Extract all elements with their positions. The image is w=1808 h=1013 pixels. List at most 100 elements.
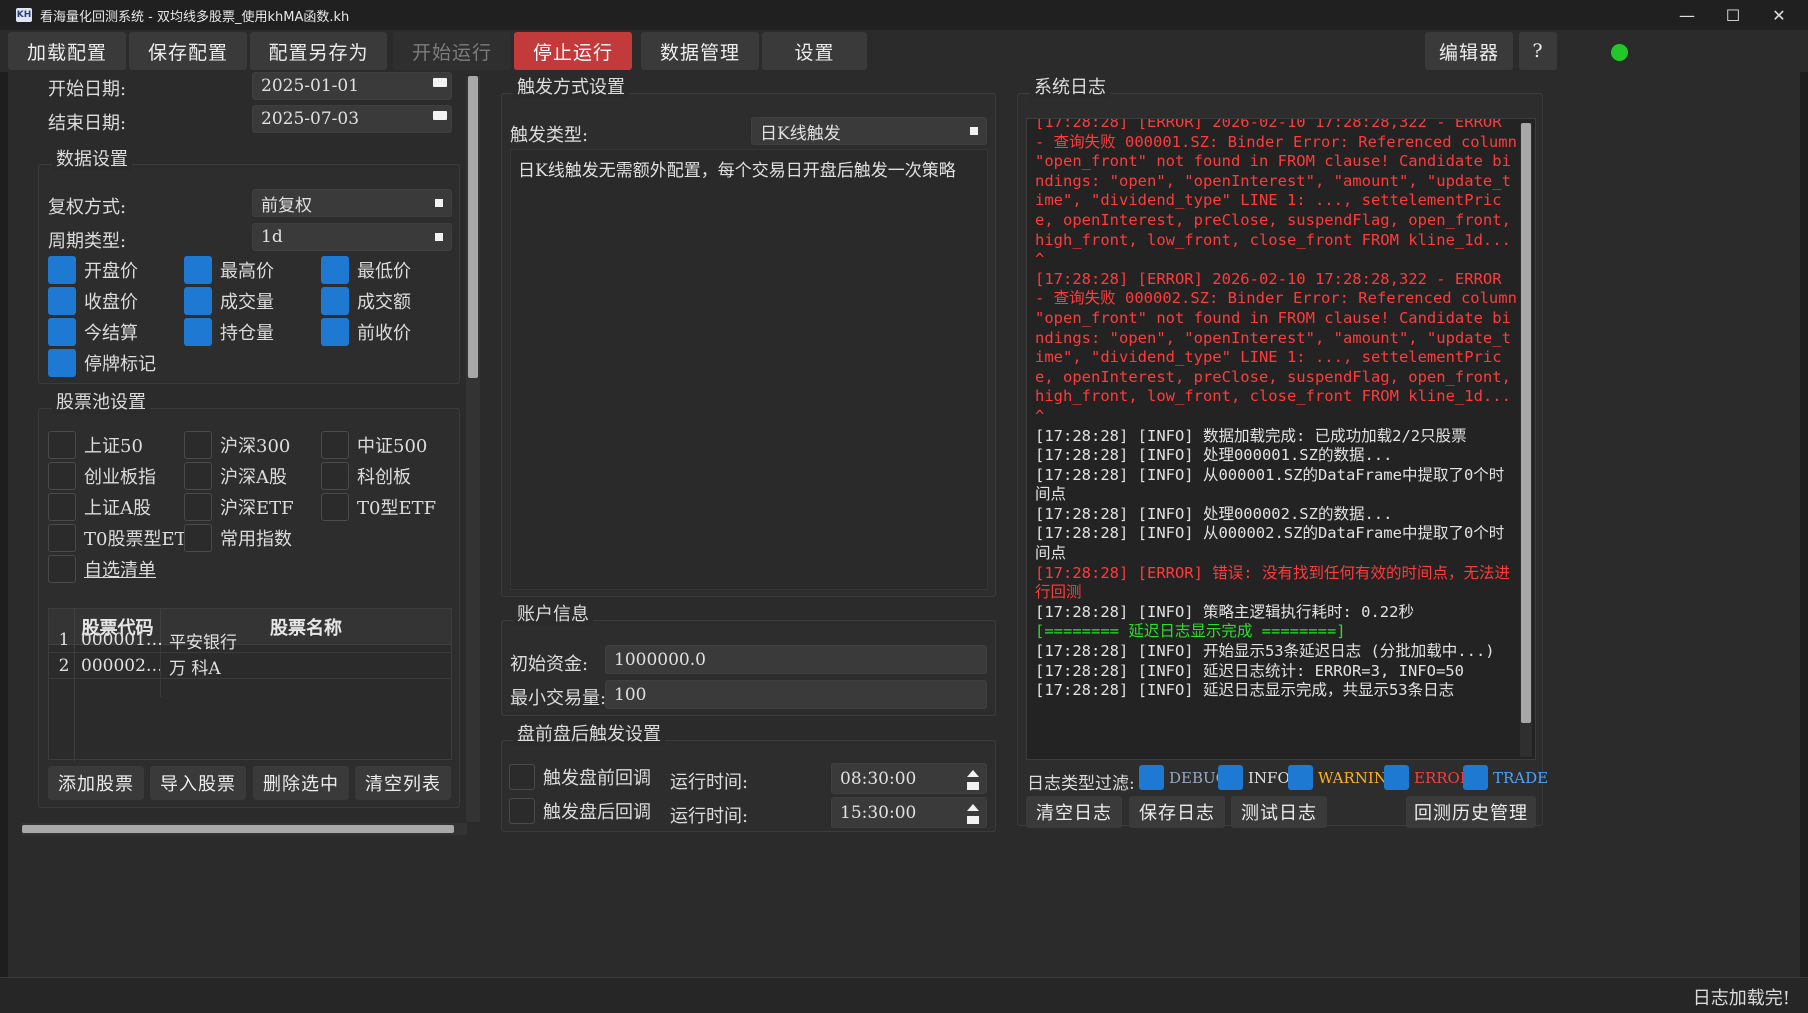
pool-checkbox-hs300[interactable]: 沪深300 [184,431,290,459]
field-checkbox-pre-close[interactable]: 前收价 [321,318,411,346]
spin-arrows-icon[interactable] [966,802,980,826]
checkbox-checked-icon[interactable] [48,256,76,284]
checkbox-unchecked-icon[interactable] [184,462,212,490]
checkbox-checked-icon[interactable] [1463,765,1488,790]
checkbox-unchecked-icon[interactable] [184,524,212,552]
checkbox-checked-icon[interactable] [48,349,76,377]
editor-button[interactable]: 编辑器 [1425,32,1513,70]
pool-checkbox-hsetf[interactable]: 沪深ETF [184,493,294,521]
scrollbar-thumb[interactable] [468,76,478,378]
save-log-button[interactable]: 保存日志 [1129,796,1225,828]
pool-checkbox-index[interactable]: 常用指数 [184,524,292,552]
checkbox-checked-icon[interactable] [1288,765,1313,790]
field-checkbox-open-interest[interactable]: 持仓量 [184,318,274,346]
add-stock-button[interactable]: 添加股票 [48,766,144,800]
scrollbar-thumb[interactable] [1521,123,1531,723]
checkbox-checked-icon[interactable] [184,256,212,284]
field-checkbox-open[interactable]: 开盘价 [48,256,138,284]
left-panel-vscrollbar[interactable] [466,76,480,822]
pool-checkbox-sz50[interactable]: 上证50 [48,431,143,459]
data-manage-button[interactable]: 数据管理 [641,32,759,70]
close-icon[interactable]: ✕ [1756,0,1802,30]
checkbox-unchecked-icon[interactable] [184,431,212,459]
checkbox-unchecked-icon[interactable] [48,462,76,490]
checkbox-unchecked-icon[interactable] [321,462,349,490]
checkbox-checked-icon[interactable] [184,287,212,315]
log-filter-info[interactable]: INFO [1218,765,1290,790]
backtest-history-button[interactable]: 回测历史管理 [1406,796,1536,828]
settings-button[interactable]: 设置 [762,32,867,70]
log-filter-error[interactable]: ERROR [1384,765,1471,790]
log-filter-debug[interactable]: DEBUG [1139,765,1228,790]
pool-checkbox-cyb[interactable]: 创业板指 [48,462,156,490]
custom-list-link[interactable]: 自选清单 [84,556,156,582]
log-filter-trade[interactable]: TRADE [1463,765,1548,790]
adjust-select[interactable]: 前复权 [252,189,452,217]
field-checkbox-close[interactable]: 收盘价 [48,287,138,315]
test-log-button[interactable]: 测试日志 [1231,796,1327,828]
scrollbar-thumb[interactable] [22,825,454,833]
checkbox-unchecked-icon[interactable] [48,524,76,552]
min-volume-input[interactable]: 100 [605,680,987,709]
log-filter-warning[interactable]: WARNING [1288,765,1399,790]
field-checkbox-low[interactable]: 最低价 [321,256,411,284]
pre-time-input[interactable]: 08:30:00 [831,763,987,794]
checkbox-checked-icon[interactable] [48,318,76,346]
field-checkbox-high[interactable]: 最高价 [184,256,274,284]
table-row[interactable]: 1 000001… 平安银行 [49,627,451,653]
load-config-button[interactable]: 加载配置 [8,32,126,70]
initial-capital-input[interactable]: 1000000.0 [605,645,987,674]
pool-checkbox-t0stocketf[interactable]: T0股票型ETF [48,524,199,552]
pool-checkbox-custom[interactable]: 自选清单 [48,555,156,583]
calendar-icon[interactable] [433,111,447,120]
pool-checkbox-zz500[interactable]: 中证500 [321,431,427,459]
spin-arrows-icon[interactable] [966,768,980,792]
log-output[interactable]: [17:28:28] [ERROR] 2026-02-10 17:28:28,3… [1026,118,1536,760]
end-date-field[interactable]: 2025-07-03 [252,105,452,133]
post-market-checkbox[interactable]: 触发盘后回调 [509,798,651,824]
pre-market-checkbox[interactable]: 触发盘前回调 [509,764,651,790]
left-panel-hscrollbar[interactable] [22,823,467,835]
checkbox-checked-icon[interactable] [184,318,212,346]
pool-checkbox-kcb[interactable]: 科创板 [321,462,411,490]
checkbox-unchecked-icon[interactable] [184,493,212,521]
period-select[interactable]: 1d [252,223,452,251]
checkbox-checked-icon[interactable] [48,287,76,315]
checkbox-checked-icon[interactable] [321,287,349,315]
help-button[interactable]: ? [1519,32,1557,70]
log-vscrollbar[interactable] [1520,123,1532,757]
stop-run-button[interactable]: 停止运行 [514,32,632,70]
checkbox-unchecked-icon[interactable] [509,798,535,824]
calendar-icon[interactable] [433,78,447,87]
checkbox-checked-icon[interactable] [321,318,349,346]
pool-checkbox-hsa[interactable]: 沪深A股 [184,462,287,490]
field-checkbox-amount[interactable]: 成交额 [321,287,411,315]
checkbox-unchecked-icon[interactable] [48,555,76,583]
checkbox-unchecked-icon[interactable] [509,764,535,790]
table-row[interactable]: 2 000002… 万 科A [49,653,451,679]
delete-selected-button[interactable]: 删除选中 [253,766,349,800]
post-time-input[interactable]: 15:30:00 [831,797,987,828]
checkbox-unchecked-icon[interactable] [321,431,349,459]
checkbox-checked-icon[interactable] [321,256,349,284]
checkbox-unchecked-icon[interactable] [48,493,76,521]
save-config-button[interactable]: 保存配置 [129,32,247,70]
trigger-type-select[interactable]: 日K线触发 [751,117,987,145]
field-checkbox-settle[interactable]: 今结算 [48,318,138,346]
minimize-icon[interactable]: — [1664,0,1710,30]
clear-log-button[interactable]: 清空日志 [1026,796,1122,828]
checkbox-unchecked-icon[interactable] [48,431,76,459]
save-config-as-button[interactable]: 配置另存为 [250,32,387,70]
checkbox-checked-icon[interactable] [1384,765,1409,790]
pool-checkbox-sza[interactable]: 上证A股 [48,493,151,521]
import-stock-button[interactable]: 导入股票 [150,766,246,800]
maximize-icon[interactable]: ☐ [1710,0,1756,30]
checkbox-unchecked-icon[interactable] [321,493,349,521]
clear-list-button[interactable]: 清空列表 [355,766,451,800]
checkbox-checked-icon[interactable] [1139,765,1164,790]
pool-checkbox-t0etf[interactable]: T0型ETF [321,493,436,521]
start-run-button[interactable]: 开始运行 [393,32,511,70]
field-checkbox-suspend[interactable]: 停牌标记 [48,349,156,377]
field-checkbox-volume[interactable]: 成交量 [184,287,274,315]
start-date-field[interactable]: 2025-01-01 [252,72,452,100]
